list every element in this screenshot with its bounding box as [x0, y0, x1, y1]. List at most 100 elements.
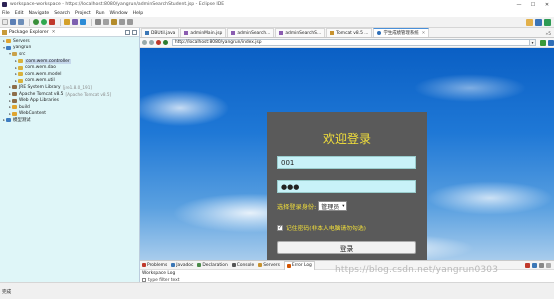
- chevron-down-icon: ▾: [342, 203, 345, 209]
- tree-node-test-project[interactable]: ▸ 模型测试: [0, 117, 139, 124]
- package-icon: [18, 65, 23, 70]
- package-explorer: Package Explorer ✕ ▸ Servers ▾ yangrun ▾…: [0, 28, 140, 282]
- library-icon: [12, 85, 17, 90]
- tab-adminmain[interactable]: adminMain.jsp: [180, 28, 227, 37]
- tab-declaration[interactable]: Declaration: [197, 262, 228, 268]
- stop-icon[interactable]: [155, 40, 161, 45]
- tab-dbutil[interactable]: DBUtil.java: [141, 28, 180, 37]
- project-icon: [6, 118, 11, 123]
- close-window-button[interactable]: ✕: [540, 0, 554, 9]
- tree-node-controller[interactable]: ▸ com.wem.controller: [0, 58, 139, 65]
- tree-node-util[interactable]: ▸ com.wem.util: [0, 78, 139, 85]
- window-title: workspace-workspace - https://localhost:…: [10, 2, 225, 7]
- tab-problems[interactable]: Problems: [142, 263, 167, 268]
- debug-perspective-icon[interactable]: [544, 19, 551, 26]
- menu-file[interactable]: File: [2, 11, 10, 16]
- tab-student-system[interactable]: 学生成绩管理系统 ✕: [373, 28, 430, 37]
- forward-icon[interactable]: [148, 40, 154, 45]
- new-package-icon[interactable]: [72, 19, 78, 25]
- go-icon[interactable]: [540, 39, 546, 46]
- new-icon[interactable]: [2, 19, 8, 25]
- perspective-switcher: [524, 19, 551, 26]
- tree-node-webcontent[interactable]: ▸ WebContent: [0, 111, 139, 118]
- tree-node-label: com.wem.controller: [25, 58, 71, 64]
- close-tab-icon[interactable]: ✕: [422, 31, 426, 36]
- refresh-icon[interactable]: [162, 40, 168, 45]
- tab-adminsearch[interactable]: adminSearch...: [227, 28, 275, 37]
- tab-console[interactable]: Console: [231, 263, 254, 268]
- menu-search[interactable]: Search: [54, 11, 70, 16]
- java-ee-perspective-icon[interactable]: [535, 19, 542, 26]
- folder-icon: [12, 111, 17, 116]
- tab-label: 学生成绩管理系统: [383, 31, 419, 36]
- forward-icon[interactable]: [127, 19, 133, 25]
- run-icon[interactable]: [41, 19, 47, 25]
- save-icon[interactable]: [10, 19, 16, 25]
- browser-icon: [377, 31, 382, 35]
- menu-navigate[interactable]: Navigate: [29, 11, 50, 16]
- role-select[interactable]: 管理员 ▾: [318, 201, 348, 211]
- username-input[interactable]: 001: [277, 156, 416, 169]
- new-class-icon[interactable]: [80, 19, 86, 25]
- tab-tomcat[interactable]: Tomcat v8.5 ...: [326, 28, 373, 37]
- bottom-panel-controls: [523, 262, 551, 268]
- external-tools-icon[interactable]: [49, 19, 55, 25]
- delete-log-icon[interactable]: [525, 262, 530, 268]
- back-icon[interactable]: [119, 19, 125, 25]
- tree-node-note: [Apache Tomcat v8.5]: [65, 91, 112, 97]
- tab-servers[interactable]: Servers: [258, 263, 280, 268]
- remember-checkbox[interactable]: ✓: [277, 224, 283, 231]
- tree-node-dao[interactable]: ▸ com.wem.dao: [0, 64, 139, 71]
- menu-project[interactable]: Project: [75, 11, 91, 16]
- tab-label: Declaration: [202, 262, 228, 268]
- minimize-view-icon[interactable]: [125, 30, 130, 35]
- tab-error-log[interactable]: Error Log: [283, 260, 315, 270]
- tree-node-servers[interactable]: ▸ Servers: [0, 38, 139, 45]
- status-bar: 完成: [0, 282, 554, 299]
- tree-node-model[interactable]: ▸ com.wem.model: [0, 71, 139, 78]
- tab-javadoc[interactable]: Javadoc: [171, 263, 193, 268]
- menu-window[interactable]: Window: [110, 11, 128, 16]
- tree-node-label: JRE System Library: [19, 84, 61, 90]
- menu-bar: File Edit Navigate Search Project Run Wi…: [0, 9, 554, 17]
- tree-node-src[interactable]: ▾ src: [0, 51, 139, 58]
- menu-edit[interactable]: Edit: [15, 11, 24, 16]
- tree-node-jre[interactable]: ▸ JRE System Library [jre1.8.0_191]: [0, 84, 139, 91]
- login-button[interactable]: 登录: [277, 241, 416, 254]
- more-tabs-button[interactable]: »5: [546, 32, 551, 37]
- url-input[interactable]: http://localhost:8080/yangrun/index.jsp: [171, 39, 531, 46]
- menu-run[interactable]: Run: [96, 11, 105, 16]
- tree-node-tomcat[interactable]: ▸ Apache Tomcat v8.5 [Apache Tomcat v8.5…: [0, 91, 139, 98]
- minimize-button[interactable]: —: [512, 0, 526, 9]
- jsp-file-icon: [184, 31, 189, 35]
- maximize-view-icon[interactable]: [132, 30, 137, 35]
- folder-icon: [12, 105, 17, 110]
- save-all-icon[interactable]: [18, 19, 24, 25]
- minimize-view-icon[interactable]: [546, 262, 551, 268]
- debug-icon[interactable]: [33, 19, 39, 25]
- menu-help[interactable]: Help: [133, 11, 143, 16]
- url-history-dropdown[interactable]: ▾: [530, 39, 537, 46]
- tree-node-build[interactable]: ▸ build: [0, 104, 139, 111]
- export-log-icon[interactable]: [532, 262, 537, 268]
- tab-adminsearchs[interactable]: adminSearchS...: [275, 28, 326, 37]
- tree-node-note: [jre1.8.0_191]: [62, 84, 93, 90]
- search-icon[interactable]: [103, 19, 109, 25]
- tab-label: adminSearchS...: [285, 30, 322, 36]
- new-java-project-icon[interactable]: [64, 19, 70, 25]
- password-input[interactable]: ●●●: [277, 180, 416, 193]
- status-text: 完成: [2, 290, 12, 295]
- open-external-icon[interactable]: [548, 39, 554, 46]
- back-icon[interactable]: [142, 40, 147, 45]
- tree-node-yangrun[interactable]: ▾ yangrun: [0, 45, 139, 52]
- open-perspective-icon[interactable]: [526, 19, 533, 26]
- tree-node-label: com.wem.model: [25, 71, 62, 77]
- close-view-icon[interactable]: ✕: [52, 30, 56, 35]
- open-type-icon[interactable]: [95, 19, 101, 25]
- tree-node-label: build: [19, 104, 30, 110]
- package-explorer-title[interactable]: Package Explorer: [9, 30, 49, 35]
- annotation-icon[interactable]: [111, 19, 117, 25]
- tree-node-webapp-libs[interactable]: ▸ Web App Libraries: [0, 97, 139, 104]
- view-menu-icon[interactable]: [539, 262, 544, 268]
- maximize-button[interactable]: ☐: [526, 0, 540, 9]
